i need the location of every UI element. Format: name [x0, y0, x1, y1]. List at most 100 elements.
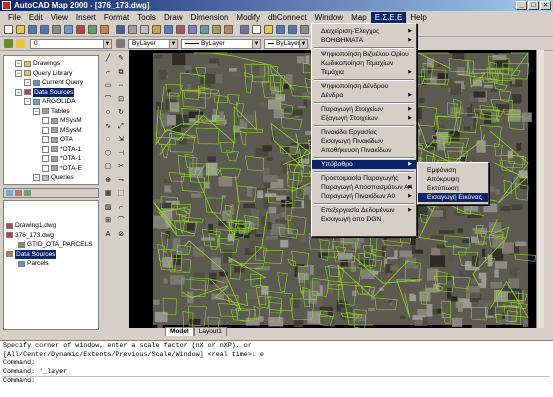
draw-tool-icon[interactable]: ∿	[103, 122, 113, 132]
tree-item[interactable]: GTID_OTA_PARCELS	[18, 240, 93, 249]
menu-item[interactable]: Εξαγωγή Στοιχείων ▶	[312, 114, 416, 123]
draw-tool-icon[interactable]: ╱	[103, 54, 113, 64]
menu-11[interactable]: Map	[347, 12, 371, 23]
menu-item[interactable]: Δένδρα ▶	[312, 91, 416, 100]
menu-2[interactable]: View	[47, 12, 72, 23]
draw-tool-icon[interactable]: ⌒	[103, 95, 113, 105]
menu-item[interactable]: Απόκρυψη	[418, 175, 488, 184]
tree-item[interactable]: − Tables	[33, 107, 70, 116]
close-button[interactable]: ×	[540, 1, 551, 10]
tree-item[interactable]: − Queries	[33, 173, 74, 182]
draw-tool-icon[interactable]: ⬡	[103, 149, 113, 159]
tree-item[interactable]: − Data Sources	[15, 87, 75, 97]
leaf-icon[interactable]	[42, 145, 49, 153]
menu-item[interactable]: Προετοιμασία Παραγωγής ▶	[312, 174, 416, 183]
tree-item[interactable]: − Query Library	[15, 69, 72, 78]
menu-10[interactable]: Window	[311, 12, 347, 23]
toolbar-button-icon[interactable]	[176, 25, 185, 34]
modify-tool-icon[interactable]: ↻	[116, 108, 126, 118]
menu-0[interactable]: File	[4, 12, 25, 23]
tree-item[interactable]: Parcels	[18, 259, 49, 268]
menu-item[interactable]: Επεξεργασία Δεδομένων ▶	[312, 206, 416, 215]
menu-item[interactable]: Εισαγωγή Εικόνας	[418, 193, 488, 202]
modify-tool-icon[interactable]: ⤢	[116, 122, 126, 132]
tree-item[interactable]: − ARGOLIDA	[24, 97, 76, 106]
draw-tool-icon[interactable]: ▦	[103, 189, 113, 199]
toolbar-button-icon[interactable]	[88, 25, 97, 34]
panel-tool-icon[interactable]	[15, 190, 22, 196]
panel-tool-icon[interactable]	[24, 190, 31, 196]
toolbar-button-icon[interactable]	[224, 25, 233, 34]
tree-item[interactable]: *OTA-E	[42, 164, 82, 173]
draw-tool-icon[interactable]: ▭	[103, 81, 113, 91]
toolbar-button-icon[interactable]	[16, 25, 25, 34]
toolbar-button-icon[interactable]	[140, 25, 149, 34]
collapse-icon[interactable]: −	[24, 79, 31, 86]
tree-item[interactable]: − Current Query	[24, 78, 83, 87]
toolbar-button-icon[interactable]	[276, 25, 285, 34]
command-window[interactable]: Specify corner of window, enter a scale …	[0, 340, 553, 397]
modify-tool-icon[interactable]: ⬚	[116, 189, 126, 199]
menu-13[interactable]: Help	[406, 12, 430, 23]
menu-item[interactable]: Εισαγωγή Πινακίδων	[312, 137, 416, 146]
menu-item[interactable]: Ψηφιοποίηση Βιζυέλου Ορίου	[312, 50, 416, 59]
modify-tool-icon[interactable]: ⌒	[116, 216, 126, 226]
menu-item[interactable]: Τεμάχια ▶	[312, 68, 416, 77]
modify-tool-icon[interactable]: ⌐	[116, 203, 126, 213]
menu-12[interactable]: Ε.Σ.Ε.Ε	[370, 11, 407, 23]
layer-combo[interactable]: 0 ▼	[30, 39, 112, 49]
tree-item[interactable]: OTA	[42, 135, 73, 144]
toolbar-button-icon[interactable]	[212, 25, 221, 34]
menu-item[interactable]: ΒΟΗΘΗΜΑΤΑ ▶	[312, 36, 416, 45]
leaf-icon[interactable]	[42, 117, 49, 124]
toolbar-button-icon[interactable]	[28, 25, 37, 34]
menu-item[interactable]: Εκτύπωση	[418, 184, 488, 193]
menu-8[interactable]: Modify	[232, 12, 264, 23]
toolbar-button-icon[interactable]	[52, 25, 61, 34]
leaf-icon[interactable]	[42, 126, 49, 134]
menu-9[interactable]: dbConnect	[264, 12, 311, 23]
draw-tool-icon[interactable]: ⊞	[103, 216, 113, 226]
menu-item[interactable]: Αποθήκευση Πινακίδων	[312, 146, 416, 155]
color-combo[interactable]: ByLayer ▼	[128, 39, 178, 49]
collapse-icon[interactable]: −	[15, 69, 22, 77]
menu-3[interactable]: Insert	[72, 12, 100, 23]
menu-item[interactable]: Υπόβαθρο ▶	[312, 160, 416, 169]
toolbar-button-icon[interactable]	[164, 25, 173, 34]
menu-item[interactable]: Παραγωγή Στοιχείων ▶	[312, 105, 416, 114]
modify-tool-icon[interactable]: ⊘	[116, 230, 126, 240]
modify-tool-icon[interactable]: ✂	[116, 162, 126, 172]
command-prompt[interactable]: Command:	[3, 376, 550, 386]
draw-tool-icon[interactable]: ○	[103, 108, 113, 118]
vertical-scrollbar[interactable]	[536, 50, 544, 328]
autocad-app-icon[interactable]	[2, 1, 11, 10]
toolbar-button-icon[interactable]	[200, 25, 209, 34]
draw-tool-icon[interactable]: ▢	[103, 162, 113, 172]
maximize-button[interactable]: □	[528, 1, 539, 10]
layers-icon[interactable]	[4, 39, 13, 48]
tree-item[interactable]: 376_173.dwg	[6, 231, 54, 240]
menu-item[interactable]: Παραγωγή Πινακίδων Α0 ▶	[312, 192, 416, 201]
collapse-icon[interactable]: −	[33, 174, 40, 181]
menu-item[interactable]: Παραγωγή Αποσπασμάτων Α4 ▶	[312, 183, 416, 192]
draw-tool-icon[interactable]: ⊕	[103, 176, 113, 186]
toolbar-button-icon[interactable]	[64, 25, 73, 34]
toolbar-button-icon[interactable]	[300, 25, 309, 34]
modify-tool-icon[interactable]: ⊣	[116, 149, 126, 159]
toolbar-button-icon[interactable]	[152, 25, 161, 34]
menu-item[interactable]: Κωδικοποίηση Τεμαχίων	[312, 59, 416, 68]
modify-tool-icon[interactable]: ⊸	[116, 176, 126, 186]
menu-item[interactable]: Εισαγωγή απο DGN	[312, 215, 416, 224]
lineweight-combo[interactable]: ByLayer ▼	[264, 39, 308, 49]
tab-model[interactable]: Model	[165, 327, 194, 336]
toolbar-button-icon[interactable]	[264, 25, 273, 34]
collapse-icon[interactable]: −	[15, 60, 22, 67]
tree-item[interactable]: MSysM	[42, 116, 82, 125]
collapse-icon[interactable]: −	[33, 107, 40, 115]
modify-tool-icon[interactable]: ⇔	[116, 81, 126, 91]
toolbar-button-icon[interactable]	[76, 25, 85, 34]
tab-layout1[interactable]: Layout1	[193, 327, 227, 336]
leaf-icon[interactable]	[42, 136, 49, 143]
modify-tool-icon[interactable]: ⇲	[116, 135, 126, 145]
toolbar-button-icon[interactable]	[40, 25, 49, 34]
